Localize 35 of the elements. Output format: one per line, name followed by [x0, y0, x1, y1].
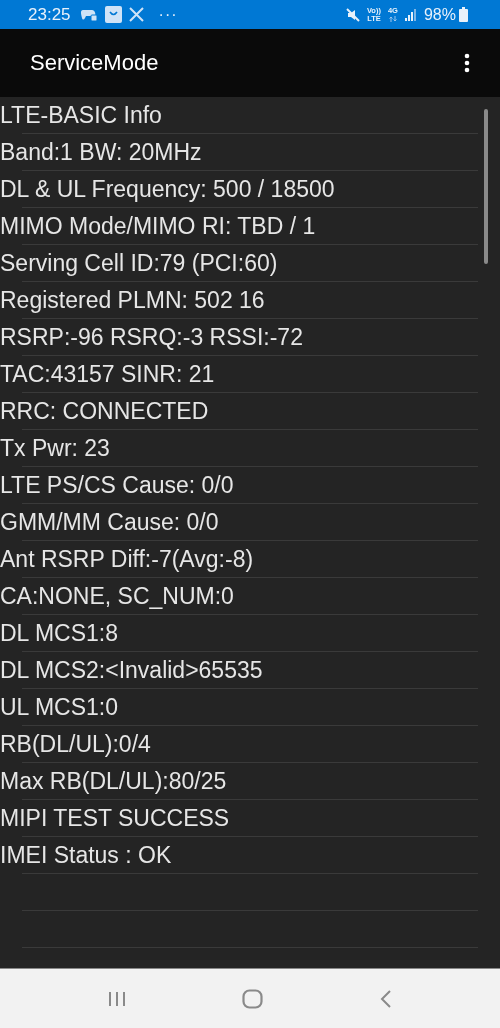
info-text: DL MCS2:<Invalid>65535 [0, 657, 263, 684]
data-arrows-icon [388, 16, 397, 22]
battery-level: 98% [423, 5, 456, 24]
info-text: Ant RSRP Diff:-7(Avg:-8) [0, 546, 254, 573]
info-text: RB(DL/UL):0/4 [0, 731, 151, 758]
info-text: UL MCS1:0 [0, 694, 119, 721]
recents-button[interactable] [108, 990, 127, 1007]
home-button[interactable] [242, 988, 264, 1009]
info-text: CA:NONE, SC_NUM:0 [0, 583, 234, 610]
info-text: RRC: CONNECTED [0, 398, 209, 425]
info-text: MIPI TEST SUCCESS [0, 805, 230, 832]
battery-icon [459, 7, 468, 22]
app-title: ServiceMode [30, 50, 159, 76]
info-text: DL & UL Frequency: 500 / 18500 [0, 176, 335, 203]
clock: 23:25 [28, 4, 71, 25]
more-notifications: ··· [158, 5, 178, 24]
mute-icon [345, 7, 360, 22]
signal-icon [404, 8, 417, 21]
info-text: DL MCS1:8 [0, 620, 119, 647]
info-text: TAC:43157 SINR: 21 [0, 361, 215, 388]
x-logo-icon [128, 7, 144, 22]
menu-icon[interactable] [464, 53, 470, 73]
info-text: Max RB(DL/UL):80/25 [0, 768, 227, 795]
back-button[interactable] [379, 989, 392, 1008]
game-controller-icon [79, 7, 98, 22]
info-text: Registered PLMN: 502 16 [0, 287, 265, 314]
info-text: RSRP:-96 RSRQ:-3 RSSI:-72 [0, 324, 303, 351]
info-text: IMEI Status : OK [0, 842, 172, 869]
info-text: Band:1 BW: 20MHz [0, 139, 202, 166]
info-text: Serving Cell ID:79 (PCI:60) [0, 250, 278, 277]
info-text: LTE PS/CS Cause: 0/0 [0, 472, 234, 499]
info-text: MIMO Mode/MIMO RI: TBD / 1 [0, 213, 316, 240]
info-text: GMM/MM Cause: 0/0 [0, 509, 219, 536]
info-text: LTE-BASIC Info [0, 102, 162, 129]
info-text: Tx Pwr: 23 [0, 435, 110, 462]
